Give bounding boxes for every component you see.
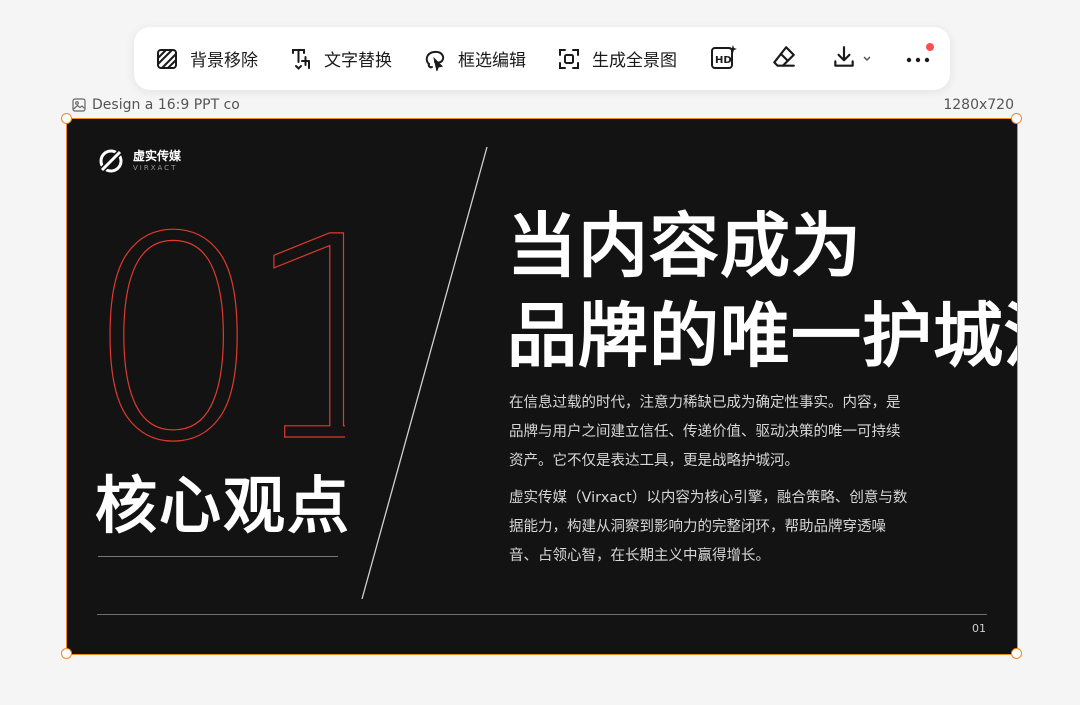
box-edit-button[interactable]: 框选编辑 bbox=[422, 39, 526, 79]
replace-text-button[interactable]: 文字替换 bbox=[288, 39, 392, 79]
download-button[interactable] bbox=[827, 39, 875, 79]
remove-background-icon bbox=[154, 46, 180, 72]
headline: 当内容成为 品牌的唯一护城河 bbox=[507, 201, 1017, 381]
svg-text:HD: HD bbox=[715, 55, 732, 66]
hd-button[interactable]: HD bbox=[707, 39, 741, 79]
page-number: 01 bbox=[972, 622, 986, 635]
resize-handle-top-left[interactable] bbox=[61, 113, 72, 124]
more-options-button[interactable] bbox=[901, 39, 935, 79]
paragraph-1: 在信息过载的时代，注意力稀缺已成为确定性事实。内容，是品牌与用户之间建立信任、传… bbox=[509, 395, 901, 469]
eraser-button[interactable] bbox=[767, 39, 801, 79]
image-icon bbox=[72, 98, 86, 112]
remove-background-label: 背景移除 bbox=[190, 51, 258, 71]
slide-canvas[interactable]: 虚实传媒 VIRXACT 01 核心观点 当内容成为 品牌的唯一护城河 在信息过… bbox=[66, 118, 1018, 655]
frame-size: 1280x720 bbox=[943, 97, 1014, 113]
replace-text-label: 文字替换 bbox=[324, 51, 392, 71]
headline-line-2: 品牌的唯一护城河 bbox=[507, 295, 1017, 377]
frame-label-text: Design a 16:9 PPT co bbox=[92, 97, 240, 113]
text-replace-icon bbox=[288, 46, 314, 72]
diagonal-divider bbox=[361, 146, 488, 600]
more-icon bbox=[906, 49, 930, 68]
panorama-button[interactable]: 生成全景图 bbox=[556, 39, 677, 79]
remove-background-button[interactable]: 背景移除 bbox=[154, 39, 258, 79]
headline-line-1: 当内容成为 bbox=[507, 205, 862, 287]
paragraph-2: 虚实传媒（Virxact）以内容为核心引擎，融合策略、创意与数据能力，构建从洞察… bbox=[509, 490, 908, 564]
notification-dot bbox=[926, 42, 934, 51]
resize-handle-bottom-left[interactable] bbox=[61, 648, 72, 659]
download-icon bbox=[831, 44, 857, 74]
lasso-icon bbox=[422, 46, 448, 72]
image-toolbar: 背景移除 文字替换 框选编辑 生成全景图 HD bbox=[134, 27, 950, 90]
footer-rule bbox=[97, 614, 987, 615]
hd-icon: HD bbox=[710, 44, 738, 74]
resize-handle-bottom-right[interactable] bbox=[1011, 648, 1022, 659]
eraser-icon bbox=[771, 44, 797, 74]
panorama-label: 生成全景图 bbox=[592, 51, 677, 71]
expand-frame-icon bbox=[556, 46, 582, 72]
box-edit-label: 框选编辑 bbox=[458, 51, 526, 71]
chevron-down-icon bbox=[863, 55, 871, 62]
resize-handle-top-right[interactable] bbox=[1011, 113, 1022, 124]
frame-label[interactable]: Design a 16:9 PPT co bbox=[72, 97, 240, 113]
